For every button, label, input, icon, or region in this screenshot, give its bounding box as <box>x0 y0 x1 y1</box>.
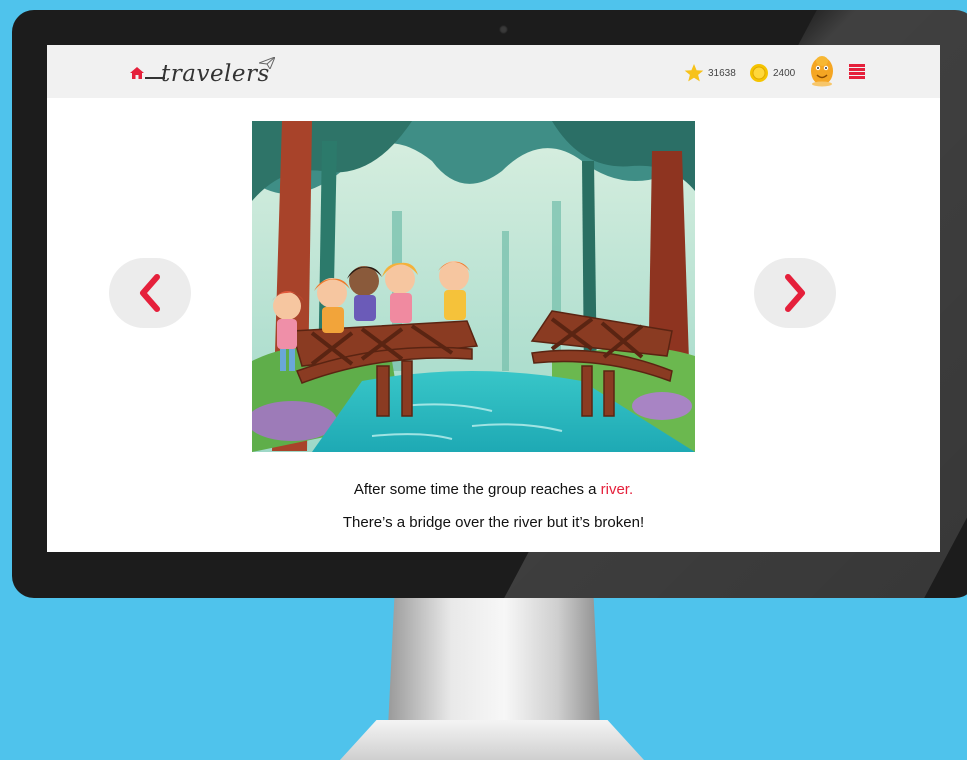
webcam <box>499 25 508 34</box>
stars-count: 31638 <box>708 67 736 79</box>
travelers-logo[interactable]: travelers <box>145 55 285 89</box>
avatar-icon[interactable] <box>807 53 837 87</box>
story-line-2: There’s a bridge over the river but it’s… <box>342 514 645 531</box>
monitor-stand <box>388 598 600 728</box>
chevron-right-icon <box>785 274 805 312</box>
monitor-stand-base <box>340 720 644 760</box>
next-page-button[interactable] <box>754 258 836 328</box>
previous-page-button[interactable] <box>109 258 191 328</box>
stars-counter: 31638 <box>684 63 736 83</box>
chevron-left-icon <box>140 274 160 312</box>
story-illustration <box>252 121 695 452</box>
coins-count: 2400 <box>773 67 796 79</box>
app-screen: travelers 31638 2400 After some time the… <box>47 45 940 552</box>
logo-text: travelers <box>161 61 270 87</box>
star-icon <box>684 64 704 82</box>
coin-icon <box>750 64 768 82</box>
home-icon[interactable] <box>130 67 144 79</box>
coins-counter: 2400 <box>749 63 795 83</box>
story-line-1: After some time the group reaches a rive… <box>47 481 940 498</box>
paper-plane-icon <box>259 57 275 69</box>
top-bar: travelers 31638 2400 <box>47 45 940 98</box>
menu-icon[interactable] <box>849 64 865 79</box>
highlighted-word[interactable]: river. <box>601 481 634 498</box>
story-line-1-text: After some time the group reaches a <box>353 481 601 498</box>
